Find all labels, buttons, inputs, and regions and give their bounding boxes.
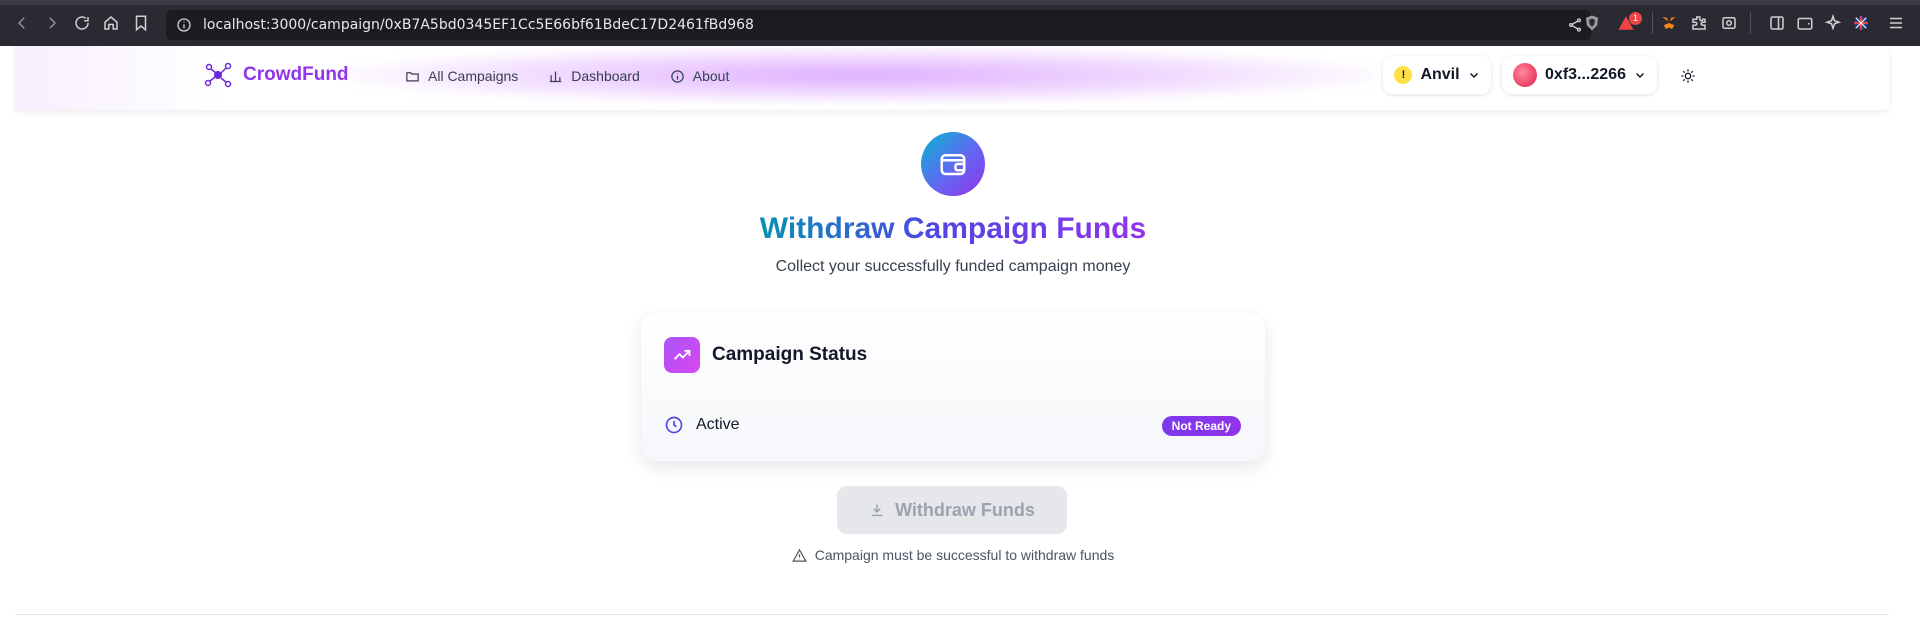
nav-about[interactable]: About: [670, 68, 730, 84]
warning-icon: !: [1394, 66, 1413, 84]
trending-up-icon: [664, 337, 700, 373]
nav-label: Dashboard: [571, 68, 640, 84]
page-title: Withdraw Campaign Funds: [759, 212, 1147, 245]
account-selector[interactable]: 0xf3...2266: [1502, 56, 1657, 94]
bar-chart-icon: [550, 71, 562, 82]
forward-icon[interactable]: [42, 14, 62, 34]
nav-label: About: [692, 68, 730, 84]
leo-ai-icon[interactable]: [1824, 13, 1842, 32]
crowdfund-logo-icon: [204, 62, 232, 88]
screenshot-icon[interactable]: [1720, 14, 1738, 32]
avatar: [1513, 63, 1538, 87]
notification-badge: 1: [1629, 12, 1642, 25]
chevron-down-icon: [1469, 72, 1478, 79]
extensions-icon[interactable]: [1690, 14, 1708, 32]
address-bar[interactable]: localhost:3000/campaign/0xB7A5bd0345EF1C…: [166, 10, 1591, 40]
card-title: Campaign Status: [712, 344, 868, 365]
withdraw-funds-button[interactable]: Withdraw Funds: [837, 486, 1067, 534]
theme-toggle-sun-icon[interactable]: [1680, 68, 1696, 84]
network-label: Anvil: [1420, 66, 1460, 83]
account-label: 0xf3...2266: [1545, 66, 1626, 83]
chevron-down-icon: [1635, 72, 1644, 79]
nav-label: All Campaigns: [428, 68, 519, 84]
download-icon: [871, 504, 883, 517]
brand-link[interactable]: CrowdFund: [203, 60, 349, 90]
nav-all-campaigns[interactable]: All Campaigns: [405, 68, 518, 84]
warning-message: Campaign must be successful to withdraw …: [0, 547, 1906, 563]
network-selector[interactable]: ! Anvil: [1383, 56, 1491, 94]
share-icon[interactable]: [1567, 17, 1583, 33]
url-text[interactable]: localhost:3000/campaign/0xB7A5bd0345EF1C…: [203, 17, 754, 33]
page-title-wrap: Withdraw Campaign Funds: [0, 212, 1906, 246]
status-row: Active: [664, 415, 740, 435]
menu-icon[interactable]: [1887, 14, 1905, 32]
wallet-icon[interactable]: [1796, 14, 1814, 32]
site-info-icon[interactable]: [176, 17, 192, 33]
alert-triangle-icon: [791, 548, 807, 562]
info-icon: [671, 69, 684, 83]
status-value: Active: [696, 416, 740, 433]
browser-toolbar: localhost:3000/campaign/0xB7A5bd0345EF1C…: [0, 0, 1920, 46]
metamask-icon[interactable]: [1660, 14, 1678, 32]
nav-dashboard[interactable]: Dashboard: [548, 68, 640, 84]
wallet-hero-icon: [921, 132, 985, 196]
header-glow-left: [15, 46, 225, 110]
withdraw-label: Withdraw Funds: [895, 499, 1035, 520]
page-subtitle: Collect your successfully funded campaig…: [775, 258, 1131, 275]
campaign-status-card: Campaign Status Active Not Ready: [641, 313, 1265, 461]
app-header: CrowdFund All Campaigns Dashboard About …: [15, 46, 1889, 110]
clock-icon: [665, 416, 683, 434]
main-nav: All Campaigns Dashboard About: [405, 68, 729, 84]
reload-icon[interactable]: [72, 14, 92, 34]
back-icon[interactable]: [12, 14, 32, 34]
footer-divider: [15, 614, 1889, 615]
brand-name: CrowdFund: [243, 64, 349, 85]
home-icon[interactable]: [101, 14, 121, 34]
bookmark-icon[interactable]: [131, 14, 151, 34]
toolbar-divider: [1652, 12, 1653, 34]
warning-text: Campaign must be successful to withdraw …: [814, 547, 1115, 563]
toolbar-divider-2: [1750, 12, 1751, 34]
vpn-icon[interactable]: [1852, 14, 1870, 32]
brave-shield-icon[interactable]: [1583, 14, 1601, 32]
status-badge: Not Ready: [1161, 416, 1241, 436]
folder-icon: [406, 71, 419, 81]
tab-strip-edge: [0, 0, 1920, 5]
sidebar-icon[interactable]: [1768, 14, 1786, 32]
